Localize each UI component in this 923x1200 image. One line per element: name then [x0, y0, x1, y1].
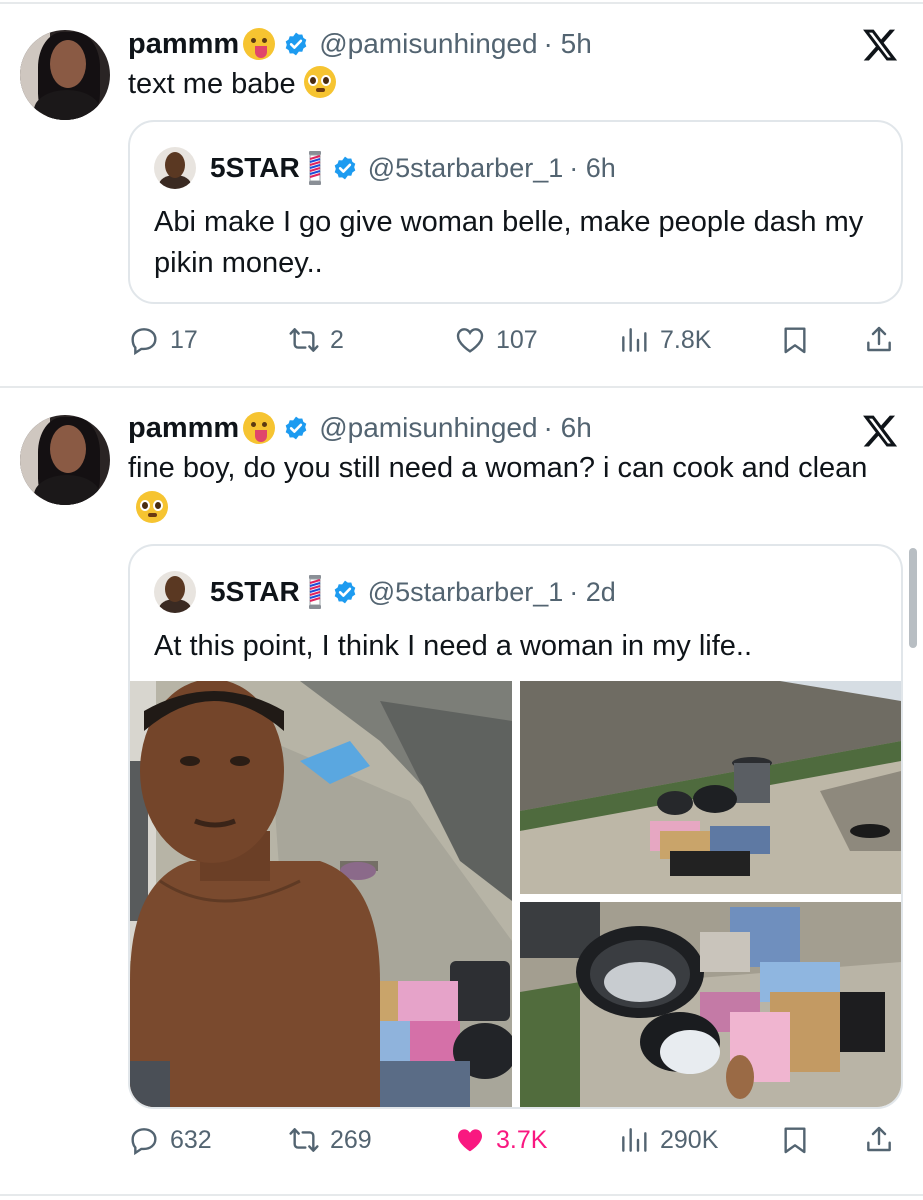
quoted-post-header: 5STAR @5starbarber_1 · 6h — [154, 146, 616, 190]
post-actions: 632 269 3.7K 290K — [128, 1120, 903, 1160]
post-text: fine boy, do you still need a woman? i c… — [128, 448, 868, 530]
quoted-post-text: At this point, I think I need a woman in… — [154, 630, 753, 662]
face-with-tongue-icon — [243, 412, 276, 444]
post-2[interactable]: pammm @pamisunhinged · 6h fine boy, do y… — [0, 388, 923, 1200]
quoted-author-name: 5STAR — [210, 152, 300, 183]
bookmark-button[interactable] — [779, 1120, 811, 1160]
author-handle[interactable]: @pamisunhinged — [319, 28, 537, 60]
photo-selfie[interactable] — [130, 681, 512, 1107]
photo-yard[interactable] — [520, 681, 901, 894]
barber-pole-icon — [308, 151, 321, 185]
repost-button[interactable]: 269 — [288, 1120, 372, 1160]
quoted-author-avatar — [154, 147, 196, 189]
post-text: text me babe — [128, 64, 888, 105]
quoted-post-text: Abi make I go give woman belle, make peo… — [154, 206, 864, 279]
repost-icon — [289, 1128, 319, 1152]
author-name[interactable]: pammm — [128, 412, 239, 445]
post-time[interactable]: · 5h — [544, 28, 592, 60]
verified-badge-icon — [285, 416, 307, 440]
pleading-face-icon — [303, 66, 336, 98]
share-button[interactable] — [863, 320, 895, 360]
bookmark-icon — [784, 327, 806, 354]
pleading-face-icon — [136, 491, 168, 523]
face-with-tongue-icon — [243, 28, 276, 60]
views-button[interactable]: 290K — [618, 1120, 718, 1160]
reply-icon — [131, 1128, 157, 1156]
repost-icon — [289, 328, 319, 352]
repost-button[interactable]: 2 — [288, 320, 344, 360]
post-header: pammm @pamisunhinged · 6h — [128, 406, 592, 450]
quoted-post[interactable]: 5STAR @5starbarber_1 · 6h Abi make I go … — [128, 120, 903, 304]
post-actions: 17 2 107 7.8K — [128, 320, 903, 360]
quoted-post-header: 5STAR @5starbarber_1 · 2d — [154, 570, 616, 614]
quoted-post-time: · 6h — [569, 152, 616, 183]
post-header: pammm @pamisunhinged · 5h — [128, 22, 592, 66]
bookmark-button[interactable] — [779, 320, 811, 360]
verified-badge-icon — [285, 32, 307, 56]
post-text-content: fine boy, do you still need a woman? i c… — [128, 452, 868, 484]
bottom-divider — [0, 1194, 923, 1196]
reply-button[interactable]: 17 — [128, 320, 198, 360]
x-logo-icon — [863, 415, 898, 447]
views-chart-icon — [622, 1128, 647, 1152]
like-count: 107 — [496, 325, 538, 354]
x-logo-icon — [863, 29, 898, 61]
quoted-author-avatar — [154, 571, 196, 613]
views-button[interactable]: 7.8K — [618, 320, 711, 360]
reply-icon — [131, 328, 157, 356]
like-count: 3.7K — [496, 1125, 548, 1154]
scrollbar-thumb[interactable] — [909, 548, 917, 648]
verified-badge-icon — [334, 580, 356, 604]
like-button[interactable]: 3.7K — [454, 1120, 547, 1160]
repost-count: 269 — [330, 1125, 372, 1154]
barber-pole-icon — [308, 575, 321, 609]
post-1[interactable]: pammm @pamisunhinged · 5h text me babe 5… — [0, 0, 923, 388]
views-count: 290K — [660, 1125, 719, 1154]
author-avatar[interactable] — [20, 30, 110, 120]
heart-filled-icon — [458, 1129, 482, 1152]
quoted-author-name: 5STAR — [210, 576, 300, 607]
quoted-post-time: · 2d — [569, 576, 616, 607]
post-text-content: text me babe — [128, 68, 296, 100]
quoted-post[interactable]: 5STAR @5starbarber_1 · 2d At this point,… — [128, 544, 903, 1109]
share-icon — [867, 326, 891, 352]
views-chart-icon — [622, 328, 647, 352]
verified-badge-icon — [334, 156, 356, 180]
quoted-author-handle: @5starbarber_1 — [367, 576, 564, 607]
bookmark-icon — [784, 1127, 806, 1154]
like-button[interactable]: 107 — [454, 320, 538, 360]
author-handle[interactable]: @pamisunhinged — [319, 412, 537, 444]
quoted-author-handle: @5starbarber_1 — [367, 152, 564, 183]
reply-count: 17 — [170, 325, 198, 354]
reply-button[interactable]: 632 — [128, 1120, 212, 1160]
share-icon — [867, 1126, 891, 1152]
share-button[interactable] — [863, 1120, 895, 1160]
reply-count: 632 — [170, 1125, 212, 1154]
repost-count: 2 — [330, 325, 344, 354]
author-name[interactable]: pammm — [128, 28, 239, 61]
heart-icon — [456, 328, 484, 353]
photo-buckets[interactable] — [520, 902, 901, 1107]
views-count: 7.8K — [660, 325, 712, 354]
author-avatar[interactable] — [20, 415, 110, 505]
photo-grid — [130, 681, 901, 1107]
post-time[interactable]: · 6h — [544, 412, 592, 444]
